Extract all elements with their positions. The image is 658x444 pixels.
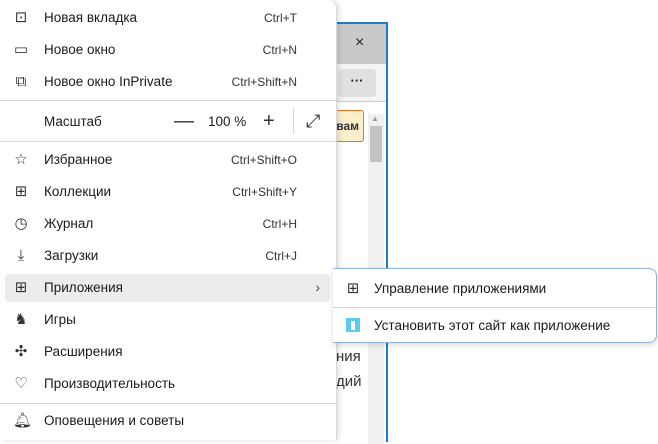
shortcut: Ctrl+H xyxy=(262,217,297,231)
menu-item-notifications[interactable]: 🔔︎ Оповещения и советы xyxy=(5,407,330,435)
new-window-icon: ▭ xyxy=(13,41,29,58)
menu-item-label: Коллекции xyxy=(44,184,112,199)
collections-icon: ⊞ xyxy=(14,183,28,200)
shortcut: Ctrl+N xyxy=(262,43,297,57)
background-text: дий xyxy=(336,373,362,390)
favorites-icon: ☆ xyxy=(14,151,28,168)
zoom-value: 100 % xyxy=(208,114,247,129)
menu-item-history[interactable]: ◷ Журнал Ctrl+H xyxy=(5,210,330,238)
zoom-row: Масштаб — 100 % + ⤢ xyxy=(0,104,337,138)
chevron-right-icon: › xyxy=(315,279,320,295)
menu-item-label: Новое окно InPrivate xyxy=(44,74,173,89)
submenu-item-install-site[interactable]: Установить этот сайт как приложение xyxy=(333,309,655,343)
zoom-label: Масштаб xyxy=(44,114,102,129)
menu-item-games[interactable]: ♞ Игры xyxy=(5,306,330,334)
close-icon[interactable]: × xyxy=(355,34,364,52)
site-app-icon xyxy=(345,318,361,334)
submenu-item-label: Управление приложениями xyxy=(374,281,547,296)
menu-item-label: Новая вкладка xyxy=(44,10,138,25)
inprivate-icon: ⧉ xyxy=(15,73,27,90)
menu-item-label: Производительность xyxy=(44,376,176,391)
menu-item-performance[interactable]: ♡ Производительность xyxy=(5,370,330,398)
submenu-item-label: Установить этот сайт как приложение xyxy=(374,318,611,333)
apps-submenu: ⊞ Управление приложениями Установить это… xyxy=(333,268,657,343)
shortcut: Ctrl+Shift+Y xyxy=(232,185,297,199)
divider xyxy=(0,141,337,142)
zoom-out-button[interactable]: — xyxy=(174,108,194,134)
menu-item-label: Расширения xyxy=(44,344,123,359)
menu-item-favorites[interactable]: ☆ Избранное Ctrl+Shift+O xyxy=(5,146,330,174)
shortcut: Ctrl+T xyxy=(264,11,297,25)
apps-icon: ⊞ xyxy=(14,279,28,296)
menu-item-label: Избранное xyxy=(44,152,113,167)
performance-icon: ♡ xyxy=(14,375,28,392)
menu-item-new-tab[interactable]: ⊡ Новая вкладка Ctrl+T xyxy=(5,4,330,32)
apps-icon: ⊞ xyxy=(346,280,360,297)
menu-item-collections[interactable]: ⊞ Коллекции Ctrl+Shift+Y xyxy=(5,178,330,206)
menu-item-inprivate[interactable]: ⧉ Новое окно InPrivate Ctrl+Shift+N xyxy=(5,68,330,96)
downloads-icon: ⤓ xyxy=(17,247,25,264)
submenu-item-manage-apps[interactable]: ⊞ Управление приложениями xyxy=(333,272,655,306)
fullscreen-button[interactable]: ⤢ xyxy=(306,108,320,134)
zoom-in-button[interactable]: + xyxy=(263,108,275,134)
shortcut: Ctrl+Shift+N xyxy=(231,75,297,89)
divider xyxy=(293,108,294,134)
menu-item-apps[interactable]: ⊞ Приложения › xyxy=(5,274,330,302)
menu-item-label: Оповещения и советы xyxy=(44,413,185,428)
divider xyxy=(0,403,337,404)
bell-icon: 🔔︎ xyxy=(13,412,33,429)
history-icon: ◷ xyxy=(14,215,28,232)
menu-item-label: Журнал xyxy=(44,216,94,231)
new-tab-icon: ⊡ xyxy=(14,9,28,26)
menu-item-extensions[interactable]: ✣ Расширения xyxy=(5,338,330,366)
shortcut: Ctrl+Shift+O xyxy=(230,153,297,167)
shortcut: Ctrl+J xyxy=(265,249,297,263)
menu-item-downloads[interactable]: ⤓ Загрузки Ctrl+J xyxy=(5,242,330,270)
browser-settings-menu: ⊡ Новая вкладка Ctrl+T ▭ Новое окно Ctrl… xyxy=(0,0,337,440)
background-text: ния xyxy=(336,348,361,365)
more-button[interactable]: ··· xyxy=(338,69,376,97)
scrollbar-thumb[interactable] xyxy=(370,126,382,162)
extensions-icon: ✣ xyxy=(14,343,28,360)
scroll-up-icon[interactable]: ▲ xyxy=(371,114,379,123)
games-icon: ♞ xyxy=(14,311,28,328)
menu-item-new-window[interactable]: ▭ Новое окно Ctrl+N xyxy=(5,36,330,64)
menu-item-label: Загрузки xyxy=(44,248,99,263)
menu-item-label: Игры xyxy=(44,312,76,327)
menu-item-label: Приложения xyxy=(44,280,123,295)
divider xyxy=(0,100,337,101)
divider xyxy=(333,307,655,308)
menu-item-label: Новое окно xyxy=(44,42,116,57)
